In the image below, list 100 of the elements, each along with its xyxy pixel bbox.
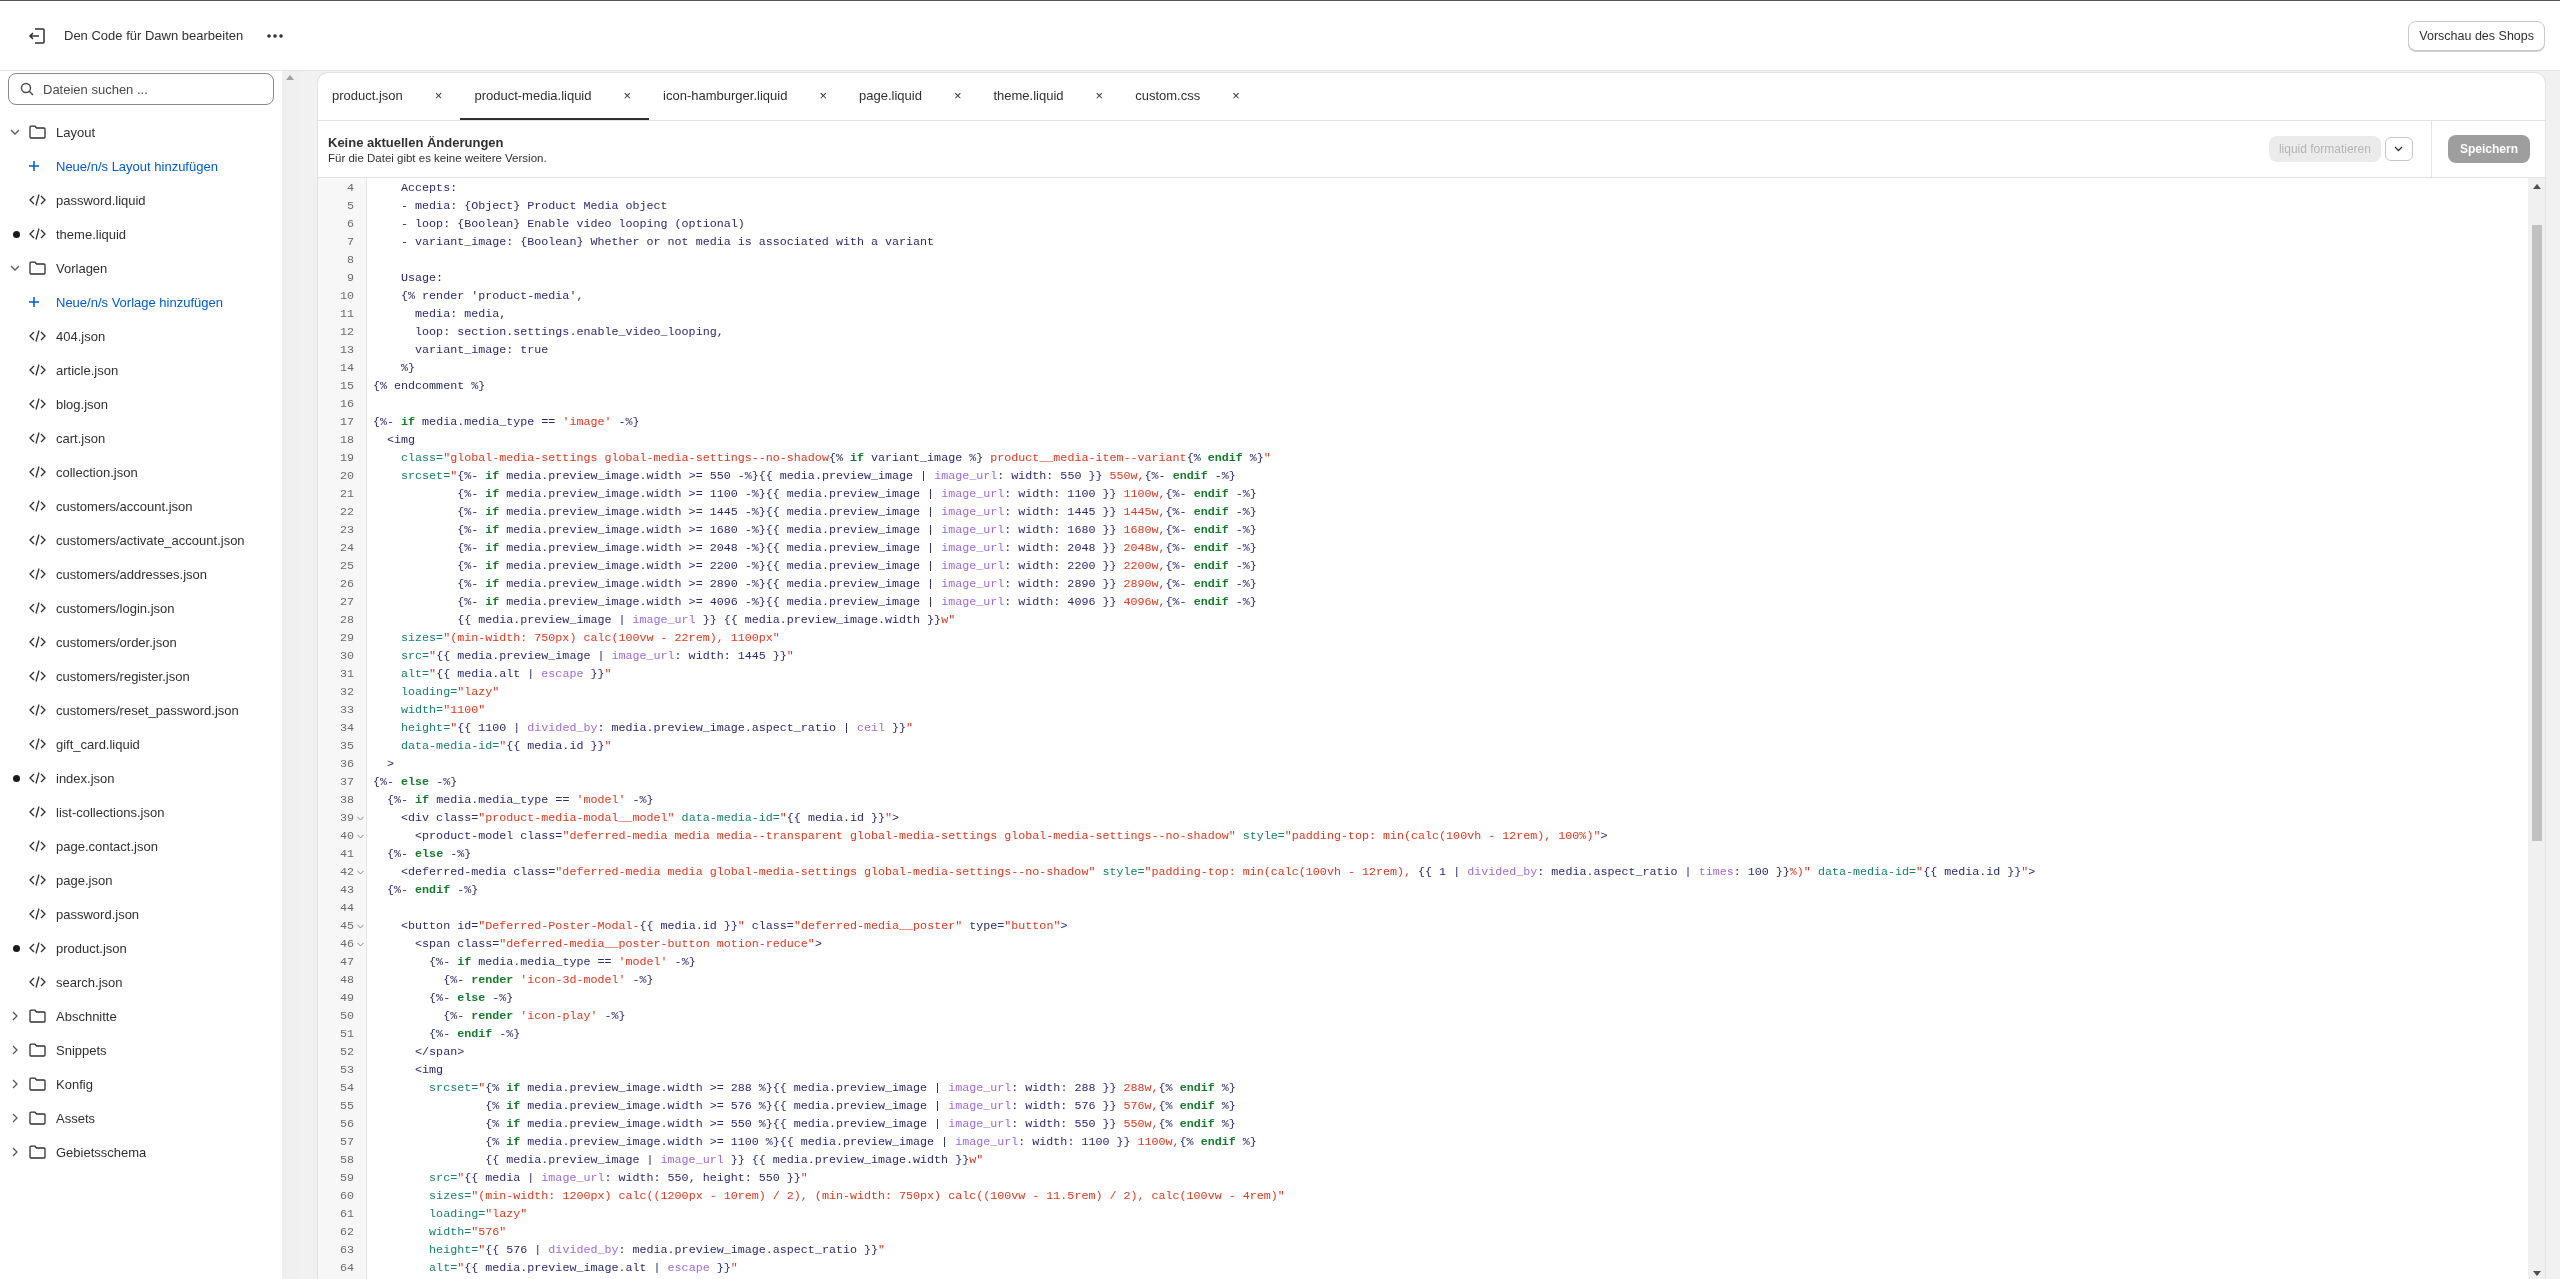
file-item[interactable]: product.json (0, 931, 282, 965)
scrollbar[interactable] (282, 71, 298, 1279)
file-item[interactable]: password.liquid (0, 183, 282, 217)
code-line: srcset="{%- if media.preview_image.width >= 550 -%}{{ media.preview_image | image_url: width: 550 }} 550w,{%- endif -%} (400, 468, 1236, 485)
fold-chevron-icon[interactable] (357, 923, 364, 929)
code-line: {%- render 'icon-3d-model' -%} (442, 972, 654, 989)
folder-item[interactable]: Gebietsschema (0, 1135, 282, 1169)
line-number: 36 (338, 756, 354, 773)
line-number: 15 (338, 378, 354, 395)
close-tab-button[interactable]: × (1230, 88, 1242, 103)
code-line: %} (400, 360, 416, 377)
file-item[interactable]: gift_card.liquid (0, 727, 282, 761)
close-tab-button[interactable]: × (817, 88, 829, 103)
file-item[interactable]: customers/addresses.json (0, 557, 282, 591)
file-item[interactable]: customers/login.json (0, 591, 282, 625)
more-icon[interactable] (267, 33, 284, 38)
code-line: <button id="Deferred-Poster-Modal-{{ media.id }}" class="deferred-media__poster" type="button"> (400, 918, 1068, 935)
fold-chevron-icon[interactable] (357, 815, 364, 821)
file-item[interactable]: collection.json (0, 455, 282, 489)
line-number: 17 (338, 414, 354, 431)
line-number: 12 (338, 324, 354, 341)
code-line: {%- if media.media_type == 'image' -%} (372, 414, 640, 431)
fold-chevron-icon[interactable] (357, 869, 364, 875)
add-file-link[interactable]: Neue/n/s Vorlage hinzufügen (0, 285, 282, 319)
code-line: {%- if media.preview_image.width >= 2890 -%}{{ media.preview_image | image_url: width: 2890 }} 2890w,{%- endif -%} (456, 576, 1257, 593)
fold-chevron-icon[interactable] (357, 833, 364, 839)
code-line: loading="lazy" (400, 684, 500, 701)
file-item[interactable]: 404.json (0, 319, 282, 353)
close-tab-button[interactable]: × (1093, 88, 1106, 103)
code-line: width="1100" (400, 702, 486, 719)
code-line: <product-model class="deferred-media media media--transparent global-media-settings global-media-settings--no-shadow" style="padding-top: min(calc(100vh - 12rem), 100%)"> (414, 828, 1608, 845)
code-line: > (386, 756, 395, 773)
line-number: 60 (338, 1188, 354, 1205)
exit-icon[interactable] (28, 27, 46, 44)
line-number: 48 (338, 972, 354, 989)
code-line: - media: {Object} Product Media object (400, 198, 668, 215)
file-item[interactable]: page.contact.json (0, 829, 282, 863)
file-item[interactable]: customers/order.json (0, 625, 282, 659)
folder-item[interactable]: Vorlagen (0, 251, 282, 285)
file-tab[interactable]: product.json × (318, 73, 461, 120)
file-item[interactable]: index.json (0, 761, 282, 795)
file-tab[interactable]: custom.css × (1121, 73, 1258, 120)
folder-item[interactable]: Abschnitte (0, 999, 282, 1033)
fold-chevron-icon[interactable] (357, 941, 364, 947)
preview-button[interactable]: Vorschau des Shops (2408, 20, 2545, 51)
file-tab[interactable]: theme.liquid × (979, 73, 1122, 120)
folder-icon (29, 1043, 46, 1057)
code-line: src="{{ media | image_url: width: 550, height: 550 }}" (428, 1170, 808, 1187)
file-item[interactable]: customers/account.json (0, 489, 282, 523)
line-number: 47 (338, 954, 354, 971)
code-icon (29, 194, 46, 206)
close-tab-button[interactable]: × (621, 88, 634, 103)
file-item[interactable]: page.json (0, 863, 282, 897)
code-line: media: media, (414, 306, 507, 323)
code-icon (29, 636, 46, 648)
close-tab-button[interactable]: × (951, 88, 964, 103)
file-item[interactable]: customers/activate_account.json (0, 523, 282, 557)
status-title: Keine aktuellen Änderungen (328, 134, 505, 150)
line-number: 21 (338, 486, 354, 503)
line-number: 39 (338, 810, 354, 827)
code-icon (29, 228, 46, 240)
file-item[interactable]: blog.json (0, 387, 282, 421)
file-item[interactable]: theme.liquid (0, 217, 282, 251)
file-item[interactable]: article.json (0, 353, 282, 387)
file-item[interactable]: customers/reset_password.json (0, 693, 282, 727)
line-number: 16 (338, 396, 354, 413)
line-number: 59 (338, 1170, 354, 1187)
dropdown-button[interactable] (2384, 137, 2413, 161)
file-item[interactable]: list-collections.json (0, 795, 282, 829)
folder-icon (29, 1009, 46, 1023)
code-line: {% render 'product-media', (400, 288, 584, 305)
folder-item[interactable]: Assets (0, 1101, 282, 1135)
line-number: 52 (338, 1044, 354, 1061)
line-number: 13 (338, 342, 354, 359)
folder-item[interactable]: Layout (0, 115, 282, 149)
code-line: {{ media.preview_image | image_url }} {{ media.preview_image.width }}w" (456, 612, 956, 629)
file-item[interactable]: customers/register.json (0, 659, 282, 693)
file-item[interactable]: password.json (0, 897, 282, 931)
plus-icon (29, 161, 39, 171)
line-number: 40 (338, 828, 354, 845)
folder-item[interactable]: Snippets (0, 1033, 282, 1067)
file-tab[interactable]: product-media.liquid × (460, 73, 650, 120)
search-field[interactable]: Dateien suchen ... (8, 73, 274, 105)
scrollbar[interactable] (2528, 178, 2545, 1279)
code-line: sizes="(min-width: 1200px) calc((1200px - 10rem) / 2), (min-width: 750px) calc((100vw - 11.5rem) / 2), calc(100vw - 4rem)" (428, 1188, 1285, 1205)
file-item[interactable]: cart.json (0, 421, 282, 455)
add-file-link[interactable]: Neue/n/s Layout hinzufügen (0, 149, 282, 183)
code-line: - variant_image: {Boolean} Whether or not media is associated with a variant (400, 234, 935, 251)
search-icon (20, 82, 34, 96)
close-tab-button[interactable]: × (432, 88, 445, 103)
code-line: {% if media.preview_image.width >= 576 %}{{ media.preview_image | image_url: width: 576 }} 576w,{% endif %} (484, 1098, 1236, 1115)
line-number: 37 (338, 774, 354, 791)
line-number: 4 (346, 180, 354, 197)
file-tab[interactable]: icon-hamburger.liquid × (649, 73, 845, 120)
line-number: 57 (338, 1134, 354, 1151)
code-line: width="576" (428, 1224, 507, 1241)
folder-item[interactable]: Konfig (0, 1067, 282, 1101)
file-tab[interactable]: page.liquid × (845, 73, 980, 120)
code-icon (29, 704, 46, 716)
file-item[interactable]: search.json (0, 965, 282, 999)
